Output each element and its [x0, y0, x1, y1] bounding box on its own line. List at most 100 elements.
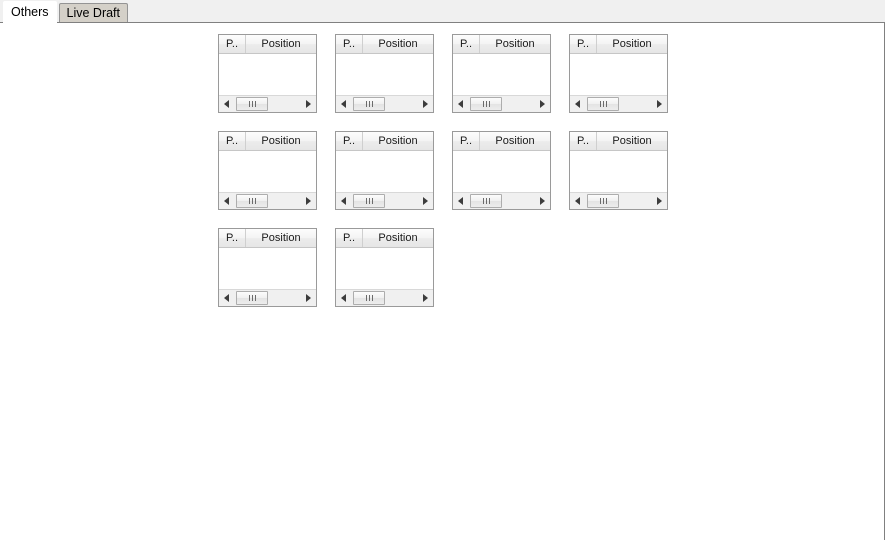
column-header-position[interactable]: Position	[597, 35, 667, 53]
position-table-panel[interactable]: P.. Position	[335, 131, 434, 210]
column-header-p[interactable]: P..	[219, 35, 246, 53]
table-body[interactable]	[219, 54, 316, 95]
column-header-position[interactable]: Position	[363, 35, 433, 53]
position-table-panel[interactable]: P.. Position	[452, 34, 551, 113]
column-header-p[interactable]: P..	[570, 35, 597, 53]
column-header-position[interactable]: Position	[597, 132, 667, 150]
column-header-position[interactable]: Position	[363, 229, 433, 247]
position-table-panel[interactable]: P.. Position	[218, 34, 317, 113]
scroll-right-button[interactable]	[652, 96, 667, 112]
column-header-position[interactable]: Position	[246, 35, 316, 53]
horizontal-scrollbar[interactable]	[570, 192, 667, 209]
position-table-panel[interactable]: P.. Position	[452, 131, 551, 210]
scrollbar-track[interactable]	[351, 193, 418, 209]
scrollbar-thumb[interactable]	[236, 97, 268, 111]
panel-row: P.. Position	[218, 34, 738, 113]
tab-others[interactable]: Others	[3, 1, 57, 23]
column-header-p[interactable]: P..	[336, 132, 363, 150]
horizontal-scrollbar[interactable]	[453, 95, 550, 112]
position-table-panel[interactable]: P.. Position	[335, 34, 434, 113]
scrollbar-track[interactable]	[234, 96, 301, 112]
column-header-p[interactable]: P..	[219, 132, 246, 150]
table-body[interactable]	[336, 151, 433, 192]
column-header-position[interactable]: Position	[363, 132, 433, 150]
column-header-p[interactable]: P..	[336, 35, 363, 53]
scrollbar-thumb[interactable]	[470, 194, 502, 208]
scroll-left-button[interactable]	[336, 193, 351, 209]
scrollbar-track[interactable]	[585, 193, 652, 209]
scroll-left-button[interactable]	[336, 290, 351, 306]
position-table-panel[interactable]: P.. Position	[569, 34, 668, 113]
scrollbar-track[interactable]	[351, 290, 418, 306]
scroll-right-button[interactable]	[418, 96, 433, 112]
column-header-p[interactable]: P..	[336, 229, 363, 247]
column-header-position[interactable]: Position	[480, 35, 550, 53]
scroll-left-button[interactable]	[453, 96, 468, 112]
scroll-left-button[interactable]	[219, 96, 234, 112]
table-body[interactable]	[570, 54, 667, 95]
scroll-right-button[interactable]	[301, 96, 316, 112]
position-table-panel[interactable]: P.. Position	[335, 228, 434, 307]
column-header-p[interactable]: P..	[570, 132, 597, 150]
scroll-right-button[interactable]	[418, 290, 433, 306]
horizontal-scrollbar[interactable]	[219, 95, 316, 112]
column-header-position[interactable]: Position	[480, 132, 550, 150]
table-body[interactable]	[570, 151, 667, 192]
scrollbar-track[interactable]	[234, 290, 301, 306]
horizontal-scrollbar[interactable]	[219, 289, 316, 306]
tab-live-draft[interactable]: Live Draft	[58, 3, 129, 23]
scrollbar-track[interactable]	[468, 193, 535, 209]
scrollbar-thumb[interactable]	[353, 194, 385, 208]
position-table-panel[interactable]: P.. Position	[218, 131, 317, 210]
table-body[interactable]	[453, 54, 550, 95]
scrollbar-track[interactable]	[468, 96, 535, 112]
scrollbar-thumb[interactable]	[236, 291, 268, 305]
table-header: P.. Position	[570, 132, 667, 151]
horizontal-scrollbar[interactable]	[219, 192, 316, 209]
scroll-right-button[interactable]	[652, 193, 667, 209]
scroll-left-button[interactable]	[336, 96, 351, 112]
scrollbar-thumb[interactable]	[236, 194, 268, 208]
horizontal-scrollbar[interactable]	[336, 192, 433, 209]
horizontal-scrollbar[interactable]	[570, 95, 667, 112]
horizontal-scrollbar[interactable]	[336, 289, 433, 306]
grip-lines-icon	[605, 101, 607, 107]
position-table-panel[interactable]: P.. Position	[218, 228, 317, 307]
scroll-right-button[interactable]	[301, 193, 316, 209]
triangle-right-icon	[423, 294, 428, 302]
column-header-p[interactable]: P..	[453, 132, 480, 150]
horizontal-scrollbar[interactable]	[453, 192, 550, 209]
scroll-right-button[interactable]	[535, 193, 550, 209]
horizontal-scrollbar[interactable]	[336, 95, 433, 112]
table-body[interactable]	[219, 248, 316, 289]
position-table-panel[interactable]: P.. Position	[569, 131, 668, 210]
triangle-right-icon	[657, 100, 662, 108]
scroll-left-button[interactable]	[219, 193, 234, 209]
column-header-position[interactable]: Position	[246, 132, 316, 150]
triangle-left-icon	[341, 294, 346, 302]
scrollbar-track[interactable]	[585, 96, 652, 112]
scrollbar-thumb[interactable]	[353, 291, 385, 305]
scroll-right-button[interactable]	[535, 96, 550, 112]
column-header-p[interactable]: P..	[453, 35, 480, 53]
scrollbar-thumb[interactable]	[353, 97, 385, 111]
column-header-position[interactable]: Position	[246, 229, 316, 247]
scrollbar-track[interactable]	[234, 193, 301, 209]
scrollbar-track[interactable]	[351, 96, 418, 112]
scroll-left-button[interactable]	[219, 290, 234, 306]
scrollbar-thumb[interactable]	[587, 97, 619, 111]
triangle-right-icon	[540, 100, 545, 108]
column-header-p[interactable]: P..	[219, 229, 246, 247]
scroll-left-button[interactable]	[453, 193, 468, 209]
scroll-left-button[interactable]	[570, 193, 585, 209]
table-body[interactable]	[336, 54, 433, 95]
scrollbar-thumb[interactable]	[587, 194, 619, 208]
table-body[interactable]	[219, 151, 316, 192]
scroll-left-button[interactable]	[570, 96, 585, 112]
scroll-right-button[interactable]	[418, 193, 433, 209]
scroll-right-button[interactable]	[301, 290, 316, 306]
table-body[interactable]	[453, 151, 550, 192]
grip-lines-icon	[599, 101, 601, 107]
table-body[interactable]	[336, 248, 433, 289]
scrollbar-thumb[interactable]	[470, 97, 502, 111]
